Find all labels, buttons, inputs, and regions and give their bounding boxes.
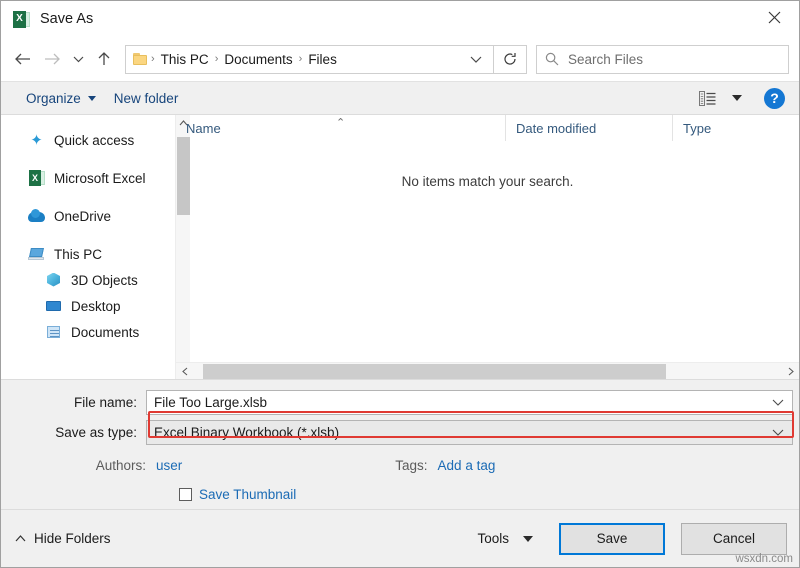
close-icon[interactable] bbox=[751, 1, 797, 33]
sidebar-item-label: Documents bbox=[71, 325, 139, 340]
excel-icon: X bbox=[28, 170, 45, 187]
chevron-down-icon[interactable] bbox=[772, 428, 788, 436]
command-bar: Organize New folder ? bbox=[1, 81, 799, 115]
sidebar-vertical-scrollbar[interactable] bbox=[175, 115, 190, 379]
scrollbar-thumb[interactable] bbox=[177, 137, 190, 215]
search-box[interactable] bbox=[536, 45, 789, 74]
sidebar-item-documents[interactable]: Documents bbox=[1, 319, 175, 345]
file-list-header: Name ⌃ Date modified Type bbox=[176, 115, 799, 141]
view-options-icon[interactable] bbox=[693, 87, 722, 110]
chevron-down-icon[interactable] bbox=[772, 398, 788, 406]
chevron-up-icon bbox=[15, 535, 26, 542]
file-list-horizontal-scrollbar[interactable] bbox=[176, 362, 799, 379]
column-header-date-modified[interactable]: Date modified bbox=[506, 115, 673, 141]
browser-area: ✦ Quick access X Microsoft Excel OneDriv… bbox=[1, 115, 799, 379]
scrollbar-thumb[interactable] bbox=[203, 364, 666, 379]
forward-arrow-icon bbox=[37, 44, 67, 74]
back-arrow-icon[interactable] bbox=[7, 44, 37, 74]
save-thumbnail-label[interactable]: Save Thumbnail bbox=[199, 487, 296, 502]
documents-icon bbox=[45, 324, 62, 341]
save-as-type-row: Save as type: Excel Binary Workbook (*.x… bbox=[1, 419, 799, 445]
metadata-row: Authors: user Tags: Add a tag bbox=[1, 451, 799, 479]
recent-locations-chevron-down-icon[interactable] bbox=[67, 44, 89, 74]
window-title: Save As bbox=[40, 11, 93, 27]
save-thumbnail-row: Save Thumbnail bbox=[1, 479, 799, 509]
hide-folders-button[interactable]: Hide Folders bbox=[15, 531, 111, 546]
scroll-right-chevron-right-icon[interactable] bbox=[782, 363, 799, 380]
up-arrow-icon[interactable] bbox=[89, 44, 119, 74]
file-name-label: File name: bbox=[1, 395, 146, 410]
title-bar: X Save As bbox=[1, 1, 799, 37]
authors-label: Authors: bbox=[1, 458, 146, 473]
help-icon[interactable]: ? bbox=[764, 88, 785, 109]
breadcrumb-item-documents[interactable]: Documents bbox=[219, 50, 297, 69]
search-input[interactable] bbox=[568, 52, 780, 67]
new-folder-button[interactable]: New folder bbox=[105, 87, 188, 110]
new-folder-label: New folder bbox=[114, 91, 179, 106]
tags-label: Tags: bbox=[395, 458, 427, 473]
file-name-input[interactable]: File Too Large.xlsb bbox=[146, 390, 793, 415]
column-header-label: Type bbox=[683, 121, 711, 136]
authors-value[interactable]: user bbox=[156, 458, 182, 473]
search-icon bbox=[545, 52, 559, 66]
navigation-sidebar: ✦ Quick access X Microsoft Excel OneDriv… bbox=[1, 115, 175, 379]
save-as-type-select[interactable]: Excel Binary Workbook (*.xlsb) bbox=[146, 420, 793, 445]
excel-icon: X bbox=[13, 11, 30, 28]
sidebar-item-3d-objects[interactable]: 3D Objects bbox=[1, 267, 175, 293]
star-icon: ✦ bbox=[28, 132, 45, 149]
save-thumbnail-checkbox[interactable] bbox=[179, 488, 192, 501]
save-as-type-label: Save as type: bbox=[1, 425, 146, 440]
navigation-bar: › This PC › Documents › Files bbox=[1, 37, 799, 81]
organize-button[interactable]: Organize bbox=[17, 87, 105, 110]
sidebar-item-label: OneDrive bbox=[54, 209, 111, 224]
empty-list-message: No items match your search. bbox=[176, 141, 799, 362]
sidebar-item-desktop[interactable]: Desktop bbox=[1, 293, 175, 319]
column-header-label: Date modified bbox=[516, 121, 596, 136]
file-name-row: File name: File Too Large.xlsb bbox=[1, 389, 799, 415]
cube-icon bbox=[45, 272, 62, 289]
file-list-pane: Name ⌃ Date modified Type No items match… bbox=[175, 115, 799, 379]
sidebar-item-quick-access[interactable]: ✦ Quick access bbox=[1, 127, 175, 153]
breadcrumb[interactable]: › This PC › Documents › Files bbox=[125, 45, 494, 74]
excel-icon-letter: X bbox=[13, 11, 26, 28]
sidebar-item-label: This PC bbox=[54, 247, 102, 262]
add-a-tag-link[interactable]: Add a tag bbox=[438, 458, 496, 473]
chevron-down-icon bbox=[523, 536, 533, 542]
sidebar-item-label: Microsoft Excel bbox=[54, 171, 146, 186]
sidebar-item-microsoft-excel[interactable]: X Microsoft Excel bbox=[1, 165, 175, 191]
command-bar-right: ? bbox=[693, 87, 791, 110]
computer-icon bbox=[28, 246, 45, 263]
column-header-label: Name bbox=[186, 121, 221, 136]
save-button[interactable]: Save bbox=[559, 523, 665, 555]
folder-icon bbox=[133, 53, 148, 65]
view-options-chevron-down-icon[interactable] bbox=[732, 95, 742, 101]
sort-ascending-icon: ⌃ bbox=[336, 116, 345, 129]
watermark: wsxdn.com bbox=[735, 553, 793, 565]
chevron-down-icon bbox=[88, 96, 96, 101]
organize-label: Organize bbox=[26, 91, 81, 106]
cloud-icon bbox=[28, 208, 45, 225]
dialog-footer: Hide Folders Tools Save Cancel wsxdn.com bbox=[1, 509, 799, 567]
save-as-type-value: Excel Binary Workbook (*.xlsb) bbox=[154, 425, 772, 440]
breadcrumb-chevron-down-icon[interactable] bbox=[463, 55, 489, 63]
sidebar-item-onedrive[interactable]: OneDrive bbox=[1, 203, 175, 229]
save-as-dialog: X Save As › This PC › Documents › bbox=[0, 0, 800, 568]
sidebar-item-label: Quick access bbox=[54, 133, 134, 148]
breadcrumb-item-files[interactable]: Files bbox=[303, 50, 342, 69]
scroll-left-chevron-left-icon[interactable] bbox=[176, 363, 193, 380]
cancel-button[interactable]: Cancel bbox=[681, 523, 787, 555]
monitor-icon bbox=[45, 298, 62, 315]
sidebar-item-label: 3D Objects bbox=[71, 273, 138, 288]
refresh-icon[interactable] bbox=[494, 45, 527, 74]
sidebar-item-label: Desktop bbox=[71, 299, 121, 314]
save-form: File name: File Too Large.xlsb Save as t… bbox=[1, 379, 799, 509]
tools-label: Tools bbox=[477, 531, 509, 546]
breadcrumb-item-this-pc[interactable]: This PC bbox=[156, 50, 214, 69]
column-header-type[interactable]: Type bbox=[673, 115, 799, 141]
column-header-name[interactable]: Name ⌃ bbox=[176, 115, 506, 141]
file-name-value: File Too Large.xlsb bbox=[154, 395, 772, 410]
hide-folders-label: Hide Folders bbox=[34, 531, 111, 546]
sidebar-item-this-pc[interactable]: This PC bbox=[1, 241, 175, 267]
tools-button[interactable]: Tools bbox=[467, 525, 543, 552]
